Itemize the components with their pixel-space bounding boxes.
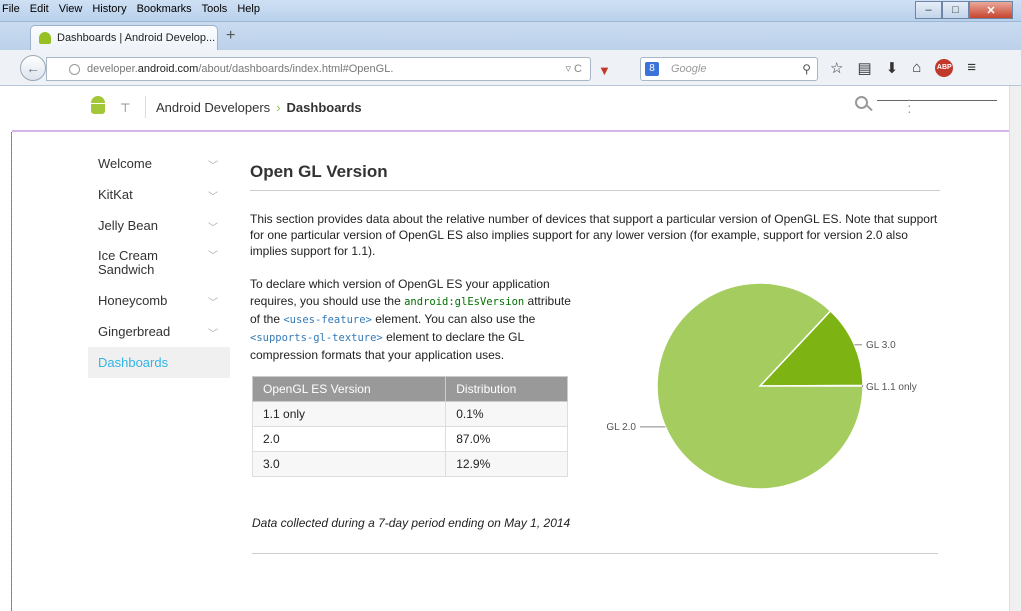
download-indicator-icon[interactable]: ▼ <box>598 63 611 78</box>
site-search-field[interactable] <box>877 100 997 101</box>
more-options-icon[interactable]: · · · <box>907 92 912 118</box>
menu-tools[interactable]: Tools <box>202 3 228 19</box>
opengl-pie-chart: GL 1.1 only GL 3.0 GL 2.0 <box>606 282 917 490</box>
site-header: ⊤ Android Developers › Dashboards · · · <box>12 86 1009 132</box>
maximize-button[interactable]: □ <box>942 1 969 19</box>
minimize-button[interactable]: – <box>915 1 942 19</box>
table-cell: 2.0 <box>251 426 447 452</box>
sidenav-item-kitkat[interactable]: KitKat ﹀ <box>88 179 230 210</box>
android-favicon-icon <box>39 32 51 44</box>
sidenav-item-jelly-bean[interactable]: Jelly Bean ﹀ <box>88 210 230 241</box>
browser-tab[interactable]: Dashboards | Android Develop... <box>30 25 218 50</box>
table-cell: 12.9% <box>445 451 568 477</box>
link-uses-feature[interactable]: <uses-feature> <box>283 314 372 326</box>
table-row: 2.0 87.0% <box>251 426 568 452</box>
adblock-icon[interactable]: ABP <box>935 59 954 77</box>
breadcrumb-separator: › <box>276 100 281 115</box>
menu-bar: File Edit View History Bookmarks Tools H… <box>2 3 260 19</box>
chevron-down-icon[interactable]: ﹀ <box>208 325 218 340</box>
android-logo-icon[interactable] <box>90 96 106 116</box>
page-left-border <box>11 132 12 611</box>
sidenav-label: Jelly Bean <box>98 218 158 233</box>
opengl-version-table: OpenGL ES Version Distribution 1.1 only … <box>251 376 568 477</box>
sidenav-item-gingerbread[interactable]: Gingerbread ﹀ <box>88 316 230 347</box>
bookmark-star-icon[interactable]: ☆ <box>830 59 843 77</box>
window-controls: – □ ✕ <box>915 1 1013 19</box>
menu-help[interactable]: Help <box>237 3 260 19</box>
site-search-icon[interactable] <box>855 96 873 114</box>
code-glesversion: android:glEsVersion <box>404 296 525 308</box>
downloads-icon[interactable]: ⬇ <box>886 59 899 77</box>
table-cell: 1.1 only <box>251 401 447 427</box>
search-placeholder: Google <box>671 63 707 75</box>
sidenav-item-dashboards[interactable]: Dashboards <box>88 347 230 378</box>
menu-bookmarks[interactable]: Bookmarks <box>137 3 192 19</box>
hamburger-menu-icon[interactable]: ≡ <box>967 59 976 77</box>
menu-history[interactable]: History <box>92 3 126 19</box>
pie-label: GL 2.0 <box>606 422 636 433</box>
sidenav-label: Ice Cream Sandwich <box>98 248 158 277</box>
declare-paragraph: To declare which version of OpenGL ES yo… <box>250 277 571 362</box>
chevron-down-icon[interactable]: ﹀ <box>208 294 218 309</box>
reload-icon[interactable]: ▿ C <box>565 62 582 75</box>
sidenav-label: Honeycomb <box>98 293 168 308</box>
chevron-down-icon[interactable]: ﹀ <box>208 219 218 234</box>
chevron-down-icon[interactable]: ﹀ <box>208 188 218 203</box>
menu-file[interactable]: File <box>2 3 20 19</box>
menu-view[interactable]: View <box>59 3 83 19</box>
table-row: 1.1 only 0.1% <box>251 401 568 427</box>
chevron-down-icon[interactable]: ﹀ <box>208 250 218 264</box>
back-button[interactable]: ← <box>20 55 46 81</box>
table-header-row: OpenGL ES Version Distribution <box>251 376 568 402</box>
url-text: developer.android.com/about/dashboards/i… <box>87 63 394 75</box>
table-cell: 3.0 <box>251 451 447 477</box>
section-divider <box>252 553 938 554</box>
chevron-down-icon[interactable]: ﹀ <box>208 157 218 172</box>
scrollbar[interactable] <box>1009 86 1021 611</box>
tab-strip: Dashboards | Android Develop... + <box>0 22 1021 50</box>
column-header: OpenGL ES Version <box>251 376 447 402</box>
toolbar-icons: ☆ ▤ ⬇ ⌂ ABP ≡ <box>830 59 976 77</box>
window-titlebar: File Edit View History Bookmarks Tools H… <box>0 0 1021 22</box>
close-window-button[interactable]: ✕ <box>969 1 1013 19</box>
side-navigation: Welcome ﹀ KitKat ﹀ Jelly Bean ﹀ Ice Crea… <box>88 148 230 378</box>
menu-edit[interactable]: Edit <box>30 3 49 19</box>
pie-label: GL 1.1 only <box>866 382 917 393</box>
section-title: Open GL Version <box>250 162 940 191</box>
sidenav-label: Welcome <box>98 156 152 171</box>
url-bar[interactable]: developer.android.com/about/dashboards/i… <box>46 57 591 81</box>
tab-title: Dashboards | Android Develop... <box>57 32 216 44</box>
home-icon[interactable]: ⌂ <box>912 59 921 77</box>
navigation-bar: ← developer.android.com/about/dashboards… <box>0 50 1021 86</box>
sidenav-label: KitKat <box>98 187 133 202</box>
new-tab-button[interactable]: + <box>226 27 235 45</box>
main-content: Open GL Version This section provides da… <box>250 148 940 554</box>
sidenav-item-ice-cream-sandwich[interactable]: Ice Cream Sandwich ﹀ <box>88 241 230 285</box>
search-engine-icon[interactable]: 8 <box>645 62 659 76</box>
site-identity-icon[interactable] <box>69 64 80 75</box>
link-supports-gl-texture[interactable]: <supports-gl-texture> <box>250 332 383 344</box>
data-footnote: Data collected during a 7-day period end… <box>252 516 571 530</box>
sidenav-label: Gingerbread <box>98 324 171 339</box>
table-row: 3.0 12.9% <box>251 451 568 477</box>
sidenav-item-welcome[interactable]: Welcome ﹀ <box>88 148 230 179</box>
search-go-icon[interactable]: ⚲ <box>802 62 811 76</box>
reading-list-icon[interactable]: ▤ <box>857 59 871 77</box>
pie-label: GL 3.0 <box>866 340 896 351</box>
sidenav-item-honeycomb[interactable]: Honeycomb ﹀ <box>88 285 230 316</box>
section-description: This section provides data about the rel… <box>250 212 938 258</box>
breadcrumb-root[interactable]: Android Developers <box>156 100 270 115</box>
sidenav-label: Dashboards <box>98 355 169 370</box>
site-menu-icon[interactable]: ⊤ <box>120 101 130 115</box>
table-cell: 0.1% <box>445 401 568 427</box>
table-cell: 87.0% <box>445 426 568 452</box>
back-arrow-icon: ← <box>26 60 40 76</box>
breadcrumb: Android Developers › Dashboards <box>156 100 362 115</box>
column-header: Distribution <box>445 376 568 402</box>
breadcrumb-current[interactable]: Dashboards <box>287 100 362 115</box>
search-bar[interactable]: 8 Google ⚲ <box>640 57 818 81</box>
header-divider <box>145 96 146 118</box>
